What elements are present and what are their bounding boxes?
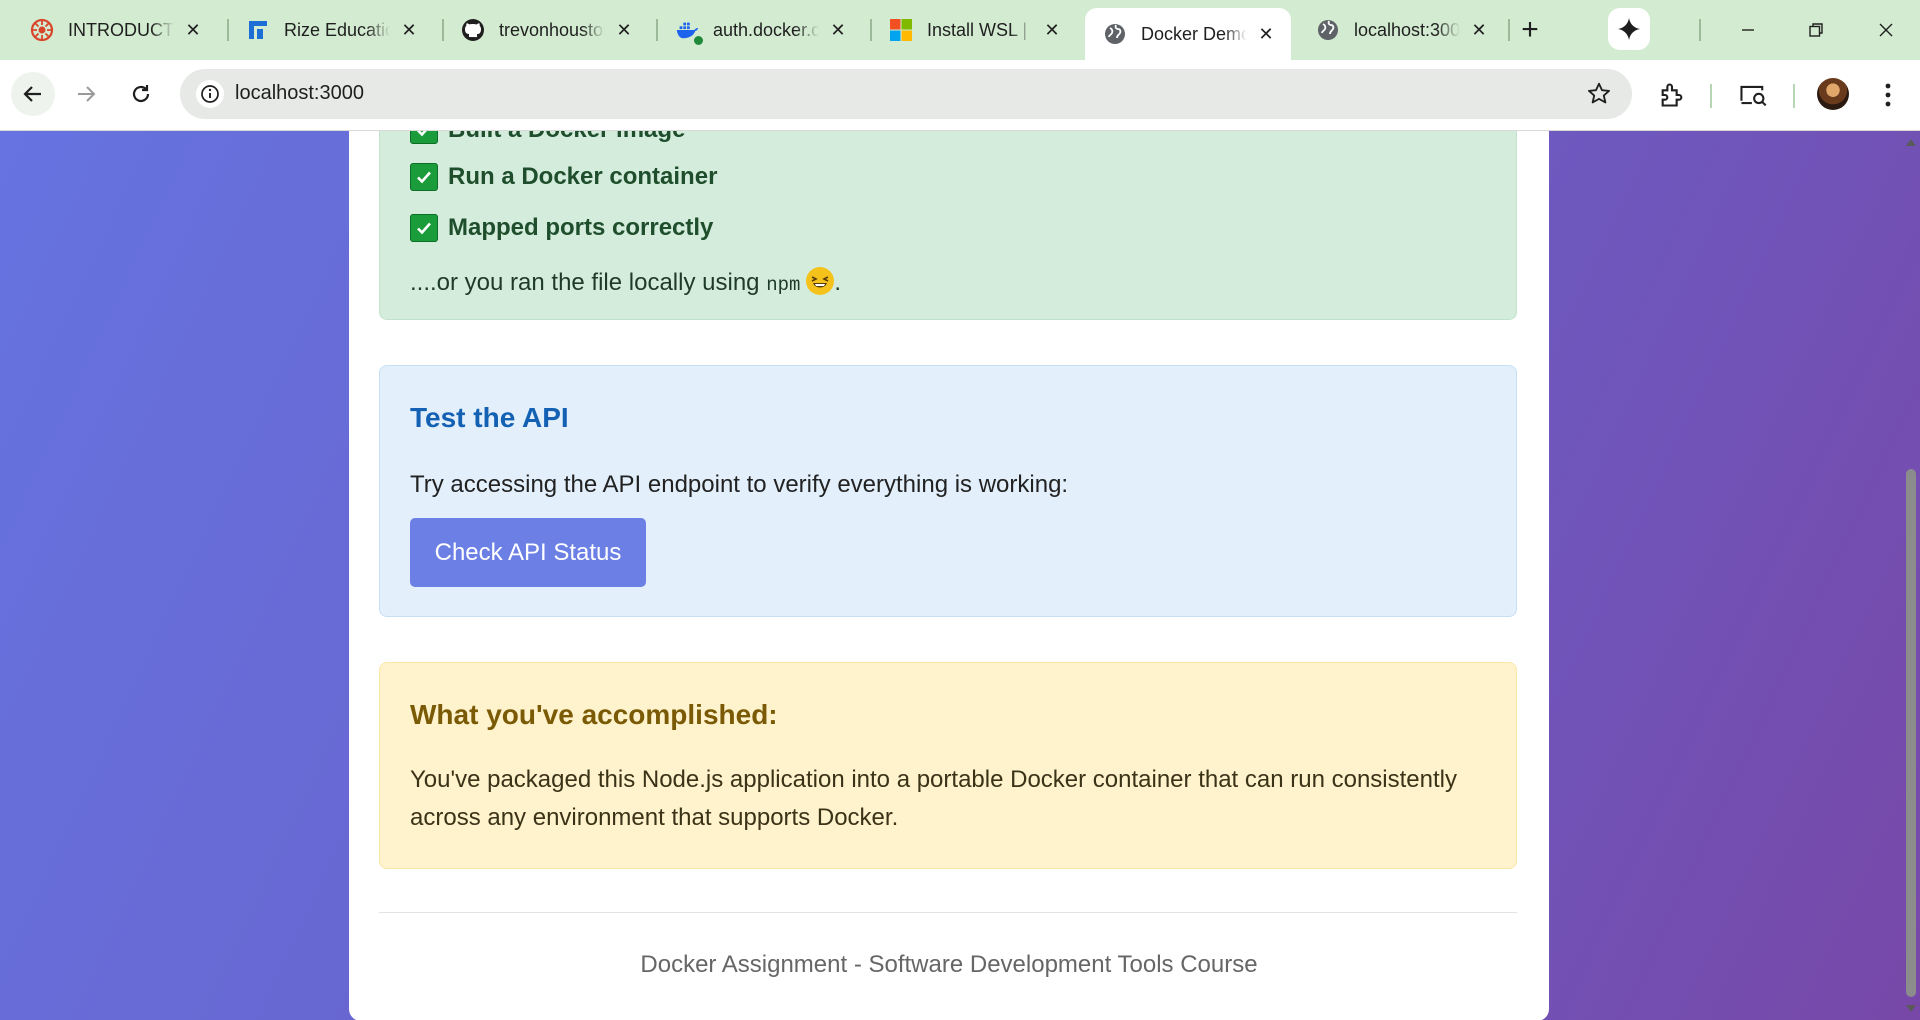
page-scrollbar[interactable] bbox=[1902, 131, 1920, 1020]
check-icon bbox=[410, 214, 438, 242]
tab-github[interactable]: trevonhouston ✕ bbox=[443, 8, 649, 52]
microsoft-icon bbox=[889, 18, 913, 42]
close-icon[interactable]: ✕ bbox=[180, 17, 206, 43]
rize-icon bbox=[246, 18, 270, 42]
test-api-box: Test the API Try accessing the API endpo… bbox=[379, 365, 1517, 617]
scrollbar-thumb[interactable] bbox=[1906, 469, 1916, 997]
check-api-status-button[interactable]: Check API Status bbox=[410, 518, 646, 587]
footer-divider bbox=[379, 912, 1517, 913]
page-footer: Docker Assignment - Software Development… bbox=[640, 951, 1258, 978]
success-box: Built a Docker image Run a Docker contai… bbox=[379, 131, 1517, 320]
restore-icon bbox=[1809, 23, 1823, 37]
checklist-item: Mapped ports correctly bbox=[410, 214, 713, 242]
bookmark-star-icon[interactable] bbox=[1586, 81, 1612, 112]
local-run-note: ....or you ran the file locally using np… bbox=[410, 267, 841, 297]
back-button[interactable] bbox=[11, 72, 55, 116]
reload-button[interactable] bbox=[119, 72, 163, 116]
extensions-icon[interactable] bbox=[1652, 75, 1692, 115]
toolbar-divider bbox=[1793, 84, 1795, 108]
tab-title: Docker Demo bbox=[1141, 23, 1247, 44]
docker-icon bbox=[675, 18, 704, 46]
scroll-up-arrow-icon[interactable] bbox=[1906, 139, 1916, 146]
close-icon[interactable]: ✕ bbox=[825, 17, 851, 43]
laughing-emoji-icon bbox=[806, 267, 835, 295]
tab-strip: INTRODUCTION ✕ Rize Education ✕ trevonho… bbox=[0, 0, 1920, 60]
test-api-heading: Test the API bbox=[410, 402, 569, 433]
close-icon[interactable]: ✕ bbox=[396, 17, 422, 43]
tab-rize-education[interactable]: Rize Education ✕ bbox=[228, 8, 434, 52]
tab-docker-demo[interactable]: Docker Demo ✕ bbox=[1085, 8, 1291, 60]
toolbar-divider bbox=[1710, 84, 1712, 108]
tab-divider bbox=[1699, 19, 1701, 41]
tab-title: Install WSL | Microsoft bbox=[927, 19, 1033, 40]
note-prefix: ....or you ran the file locally using bbox=[410, 269, 767, 296]
tab-title: auth.docker.com bbox=[713, 19, 819, 40]
gemini-button[interactable] bbox=[1608, 8, 1650, 50]
new-tab-button[interactable]: + bbox=[1512, 12, 1548, 48]
tab-title: trevonhouston bbox=[499, 19, 605, 40]
checklist-item-label: Built a Docker image bbox=[448, 131, 685, 144]
scroll-down-arrow-icon[interactable] bbox=[1906, 1005, 1916, 1012]
forward-button[interactable] bbox=[64, 72, 108, 116]
minimize-icon bbox=[1742, 29, 1754, 31]
close-icon[interactable]: ✕ bbox=[1039, 17, 1065, 43]
note-code: npm bbox=[766, 274, 801, 296]
accomplished-heading: What you've accomplished: bbox=[410, 699, 778, 730]
google-lens-icon[interactable] bbox=[1733, 75, 1773, 115]
checklist-item-label: Run a Docker container bbox=[448, 163, 718, 190]
close-icon[interactable]: ✕ bbox=[611, 17, 637, 43]
site-info-icon[interactable] bbox=[196, 80, 224, 108]
course-hub-icon bbox=[30, 18, 54, 42]
reload-icon bbox=[132, 85, 150, 103]
checklist-item: Built a Docker image bbox=[410, 131, 685, 144]
content-card: Built a Docker image Run a Docker contai… bbox=[349, 131, 1549, 1020]
avatar[interactable] bbox=[1817, 78, 1849, 110]
close-icon[interactable]: ✕ bbox=[1253, 21, 1279, 47]
sparkle-icon bbox=[1618, 18, 1640, 40]
accomplished-box: What you've accomplished: You've package… bbox=[379, 662, 1517, 869]
page-viewport: Built a Docker image Run a Docker contai… bbox=[0, 131, 1920, 1020]
restore-button[interactable] bbox=[1792, 12, 1840, 48]
arrow-right-icon bbox=[78, 86, 96, 102]
tab-title: INTRODUCTION bbox=[68, 19, 174, 40]
checklist-item: Run a Docker container bbox=[410, 163, 717, 191]
tab-introduction[interactable]: INTRODUCTION ✕ bbox=[12, 8, 218, 52]
tab-divider bbox=[1508, 19, 1510, 41]
tab-localhost[interactable]: localhost:3000 ✕ bbox=[1298, 8, 1504, 52]
globe-icon bbox=[1103, 22, 1127, 46]
address-url[interactable]: localhost:3000 bbox=[235, 82, 364, 105]
tab-title: localhost:3000 bbox=[1354, 19, 1460, 40]
close-icon bbox=[1879, 23, 1893, 37]
globe-icon bbox=[1316, 18, 1340, 42]
tab-install-wsl[interactable]: Install WSL | Microsoft ✕ bbox=[871, 8, 1077, 52]
more-menu-icon[interactable] bbox=[1868, 75, 1908, 115]
address-bar[interactable]: localhost:3000 bbox=[180, 69, 1632, 119]
github-icon bbox=[461, 18, 485, 42]
tab-title: Rize Education bbox=[284, 19, 390, 40]
close-icon[interactable]: ✕ bbox=[1466, 17, 1492, 43]
arrow-left-icon bbox=[23, 86, 41, 102]
check-icon bbox=[410, 163, 438, 191]
test-api-text: Try accessing the API endpoint to verify… bbox=[410, 471, 1069, 498]
minimize-button[interactable] bbox=[1724, 12, 1772, 48]
accomplished-text: You've packaged this Node.js application… bbox=[410, 766, 1457, 831]
check-icon bbox=[410, 131, 438, 144]
browser-toolbar: localhost:3000 bbox=[0, 60, 1920, 131]
close-window-button[interactable] bbox=[1862, 12, 1910, 48]
tab-docker-auth[interactable]: auth.docker.com ✕ bbox=[657, 8, 863, 52]
checklist-item-label: Mapped ports correctly bbox=[448, 214, 714, 241]
note-suffix: . bbox=[834, 269, 842, 296]
